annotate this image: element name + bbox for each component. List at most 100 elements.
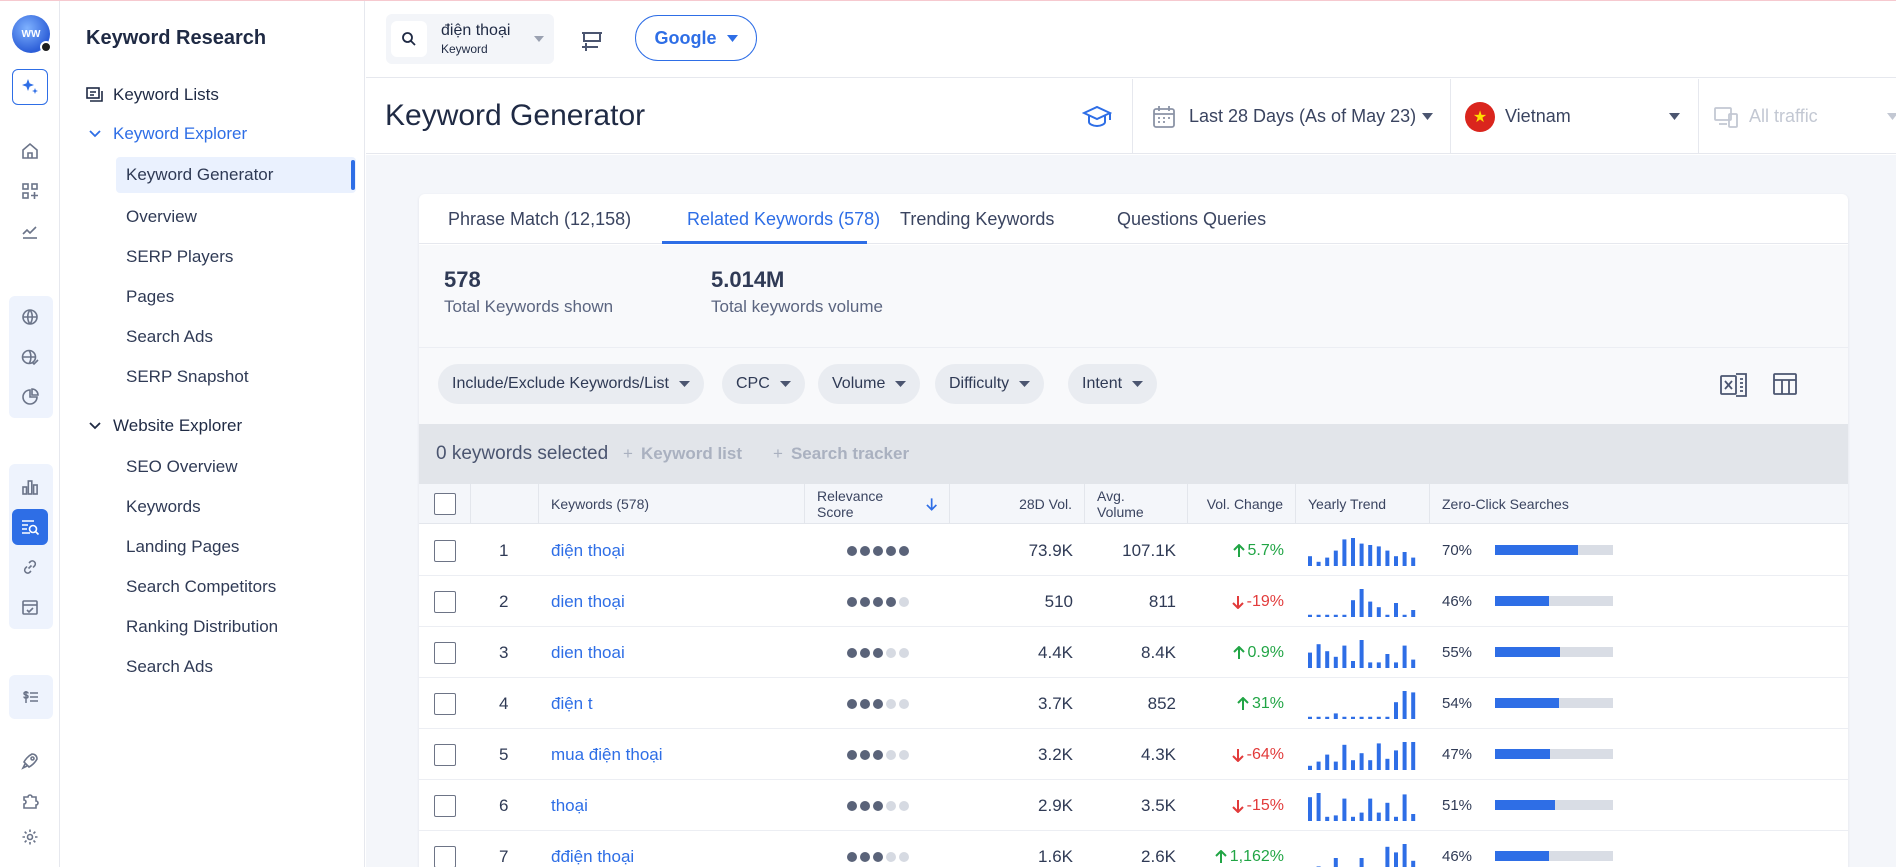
- table-row[interactable]: 5 mua điện thoại 3.2K 4.3K -64% 47%: [419, 729, 1848, 780]
- filter-include-exclude[interactable]: Include/Exclude Keywords/List: [438, 364, 704, 404]
- tab-trending-keywords[interactable]: Trending Keywords: [900, 209, 1054, 230]
- nav-item-serp-players[interactable]: SERP Players: [126, 247, 233, 267]
- nav-item-search-ads[interactable]: Search Ads: [126, 327, 213, 347]
- nav-keyword-lists[interactable]: Keyword Lists: [83, 85, 219, 105]
- ai-sparkle-icon[interactable]: [12, 69, 48, 105]
- trend-bar: [1385, 846, 1390, 867]
- trend-line-icon[interactable]: [12, 213, 48, 249]
- nav-keyword-explorer[interactable]: Keyword Explorer: [83, 124, 247, 144]
- column-keywords[interactable]: Keywords (578): [539, 484, 805, 524]
- vol-28d: 3.2K: [1038, 744, 1073, 764]
- table-row[interactable]: 3 dien thoai 4.4K 8.4K 0.9% 55%: [419, 627, 1848, 678]
- keyword-link[interactable]: dien thoai: [551, 627, 801, 678]
- search-icon[interactable]: [391, 21, 427, 57]
- compare-add-icon[interactable]: [578, 25, 606, 53]
- nav-item-search-competitors[interactable]: Search Competitors: [126, 577, 276, 597]
- relevance-score: [805, 627, 950, 678]
- globe-check-icon[interactable]: [12, 339, 48, 375]
- trend-bar: [1368, 716, 1373, 719]
- row-checkbox[interactable]: [434, 845, 456, 867]
- rocket-icon[interactable]: [12, 743, 48, 779]
- tab-related-keywords[interactable]: Related Keywords (578): [687, 209, 880, 230]
- row-checkbox[interactable]: [434, 539, 456, 562]
- table-row[interactable]: 2 dien thoại 510 811 -19% 46%: [419, 576, 1848, 627]
- row-checkbox[interactable]: [434, 590, 456, 613]
- table-row[interactable]: 6 thoại 2.9K 3.5K -15% 51%: [419, 780, 1848, 831]
- nav-item-pages[interactable]: Pages: [126, 287, 174, 307]
- app-logo[interactable]: WW: [12, 15, 52, 53]
- country-label: Vietnam: [1505, 106, 1571, 126]
- column-28d-vol[interactable]: 28D Vol.: [950, 484, 1085, 524]
- filter-volume[interactable]: Volume: [818, 364, 921, 404]
- column-vol-change[interactable]: Vol. Change: [1188, 484, 1296, 524]
- column-avg-volume[interactable]: Avg. Volume: [1085, 484, 1188, 524]
- tab-bar: Phrase Match (12,158) Related Keywords (…: [419, 194, 1848, 244]
- tab-phrase-match[interactable]: Phrase Match (12,158): [448, 209, 631, 230]
- nav-item-overview[interactable]: Overview: [126, 207, 197, 227]
- keyword-link[interactable]: mua điện thoại: [551, 729, 801, 780]
- keyword-research-icon[interactable]: [12, 509, 48, 545]
- filter-cpc[interactable]: CPC: [722, 364, 805, 404]
- row-checkbox[interactable]: [434, 794, 456, 817]
- stat-total-volume: 5.014M Total keywords volume: [711, 267, 883, 317]
- select-all-checkbox[interactable]: [433, 493, 456, 515]
- country-dropdown[interactable]: ★ Vietnam: [1450, 79, 1698, 154]
- relevance-dot-filled: [898, 545, 909, 556]
- home-icon[interactable]: [12, 133, 48, 169]
- nav-item-website-search-ads[interactable]: Search Ads: [126, 657, 213, 677]
- arrow-down-icon: [1231, 748, 1244, 762]
- filter-difficulty[interactable]: Difficulty: [935, 364, 1045, 404]
- row-checkbox[interactable]: [434, 692, 456, 715]
- relevance-dot-filled: [846, 851, 857, 862]
- arrow-down-icon: [1231, 595, 1244, 609]
- row-checkbox[interactable]: [434, 641, 456, 664]
- nav-website-explorer[interactable]: Website Explorer: [83, 416, 242, 436]
- nav-item-serp-snapshot[interactable]: SERP Snapshot: [126, 367, 249, 387]
- keyword-search-box[interactable]: điện thoại Keyword: [386, 14, 554, 64]
- table-row[interactable]: 7 đđiện thoại 1.6K 2.6K 1,162% 46%: [419, 831, 1848, 867]
- nav-item-ranking-distribution[interactable]: Ranking Distribution: [126, 617, 278, 637]
- pie-chart-icon[interactable]: [12, 379, 48, 415]
- column-yearly-trend[interactable]: Yearly Trend: [1296, 484, 1430, 524]
- bar-chart-icon[interactable]: [12, 469, 48, 505]
- gear-icon[interactable]: [12, 819, 48, 855]
- puzzle-icon[interactable]: [12, 783, 48, 819]
- table-row[interactable]: 4 điện t 3.7K 852 31% 54%: [419, 678, 1848, 729]
- keyword-link[interactable]: dien thoại: [551, 576, 801, 627]
- excel-export-icon[interactable]: [1719, 370, 1749, 400]
- globe-icon[interactable]: [12, 299, 48, 335]
- filter-intent[interactable]: Intent: [1068, 364, 1158, 404]
- ppc-list-icon[interactable]: [12, 679, 48, 715]
- search-engine-dropdown[interactable]: Google: [635, 15, 757, 61]
- tab-questions-queries[interactable]: Questions Queries: [1117, 209, 1266, 230]
- keyword-link[interactable]: thoại: [551, 780, 801, 831]
- academy-cap-icon[interactable]: [1082, 104, 1112, 130]
- keyword-link[interactable]: điện thoại: [551, 525, 801, 576]
- traffic-dropdown[interactable]: All traffic: [1698, 79, 1896, 154]
- column-zero-click[interactable]: Zero-Click Searches: [1430, 484, 1848, 524]
- nav-item-keywords[interactable]: Keywords: [126, 497, 201, 517]
- vol-change-value: 1,162%: [1229, 847, 1284, 865]
- relevance-dot-filled: [872, 698, 883, 709]
- column-relevance-score[interactable]: Relevance Score: [805, 484, 950, 524]
- calendar-check-icon[interactable]: [12, 589, 48, 625]
- columns-table-icon[interactable]: [1771, 370, 1799, 398]
- yearly-trend-cell: [1308, 831, 1428, 867]
- keyword-link[interactable]: đđiện thoại: [551, 831, 801, 867]
- keyword-link[interactable]: điện t: [551, 678, 801, 729]
- nav-item-landing-pages[interactable]: Landing Pages: [126, 537, 239, 557]
- relevance-dot-filled: [885, 596, 896, 607]
- relevance-dot-filled: [872, 545, 883, 556]
- date-range-dropdown[interactable]: Last 28 Days (As of May 23): [1132, 79, 1450, 154]
- nav-item-keyword-generator[interactable]: Keyword Generator: [116, 157, 356, 193]
- table-row[interactable]: 1 điện thoại 73.9K 107.1K 5.7% 70%: [419, 525, 1848, 576]
- row-checkbox[interactable]: [434, 743, 456, 766]
- dashboard-grid-icon[interactable]: [12, 173, 48, 209]
- column-label: Relevance Score: [817, 488, 884, 520]
- caret-down-icon[interactable]: [534, 36, 544, 42]
- add-keyword-list-button[interactable]: + Keyword list: [623, 444, 742, 464]
- link-icon[interactable]: [12, 549, 48, 585]
- trend-bar: [1385, 758, 1390, 770]
- nav-item-seo-overview[interactable]: SEO Overview: [126, 457, 237, 477]
- add-search-tracker-button[interactable]: + Search tracker: [773, 444, 909, 464]
